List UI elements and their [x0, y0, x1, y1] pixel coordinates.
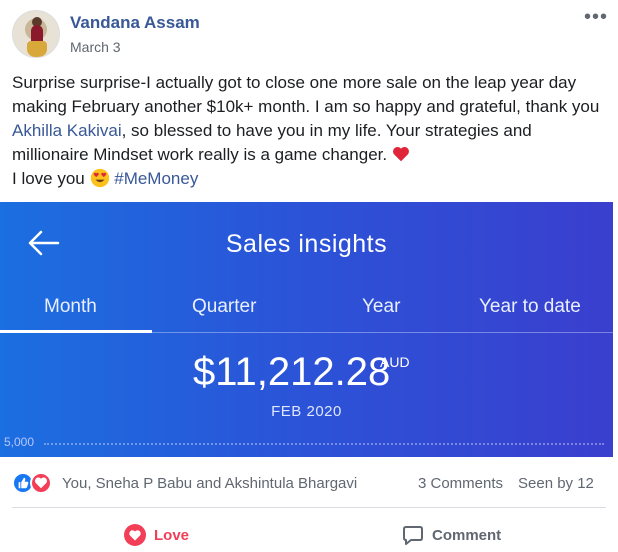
- currency-label: AUD: [380, 354, 410, 370]
- post-date[interactable]: March 3: [70, 39, 121, 55]
- comment-icon: [403, 526, 423, 545]
- post-text-part-1: Surprise surprise-I actually got to clos…: [12, 73, 600, 116]
- seen-by[interactable]: Seen by 12: [518, 475, 594, 492]
- actions-divider: [12, 507, 606, 508]
- love-button[interactable]: Love: [124, 522, 189, 548]
- red-heart-icon: [392, 146, 409, 162]
- sales-insights-image[interactable]: Sales insights Month Quarter Year Year t…: [0, 202, 613, 457]
- selected-tab-indicator: [0, 330, 152, 333]
- tab-month: Month: [44, 296, 97, 317]
- comment-button[interactable]: Comment: [402, 522, 501, 548]
- heart-eyes-face-icon: [90, 168, 109, 188]
- axis-label: 5,000: [4, 435, 35, 449]
- love-button-label: Love: [154, 526, 190, 544]
- tab-year-to-date: Year to date: [479, 296, 581, 317]
- period-label: FEB 2020: [271, 403, 342, 420]
- sales-amount: $11,212.28: [193, 350, 391, 394]
- tab-year: Year: [362, 296, 401, 317]
- love-reaction-icon: [124, 524, 146, 546]
- facebook-post: Vandana Assam March 3 ••• Surprise surpr…: [0, 0, 618, 552]
- mention-link[interactable]: Akhilla Kakivai: [12, 121, 122, 140]
- author-avatar[interactable]: [12, 10, 60, 58]
- hashtag-link[interactable]: #MeMoney: [114, 169, 198, 188]
- reaction-names[interactable]: You, Sneha P Babu and Akshintula Bhargav…: [62, 475, 357, 492]
- axis-gridline: [44, 443, 604, 445]
- insights-title: Sales insights: [225, 230, 388, 258]
- love-icon: [30, 472, 52, 494]
- comment-button-label: Comment: [432, 526, 502, 544]
- more-options-icon[interactable]: •••: [584, 7, 607, 27]
- tab-quarter: Quarter: [192, 296, 257, 317]
- post-body: Surprise surprise-I actually got to clos…: [12, 71, 608, 191]
- post-text-part-3: I love you: [12, 169, 90, 188]
- author-name[interactable]: Vandana Assam: [70, 13, 200, 33]
- comments-count[interactable]: 3 Comments: [418, 475, 503, 492]
- avatar-skirt: [27, 41, 47, 57]
